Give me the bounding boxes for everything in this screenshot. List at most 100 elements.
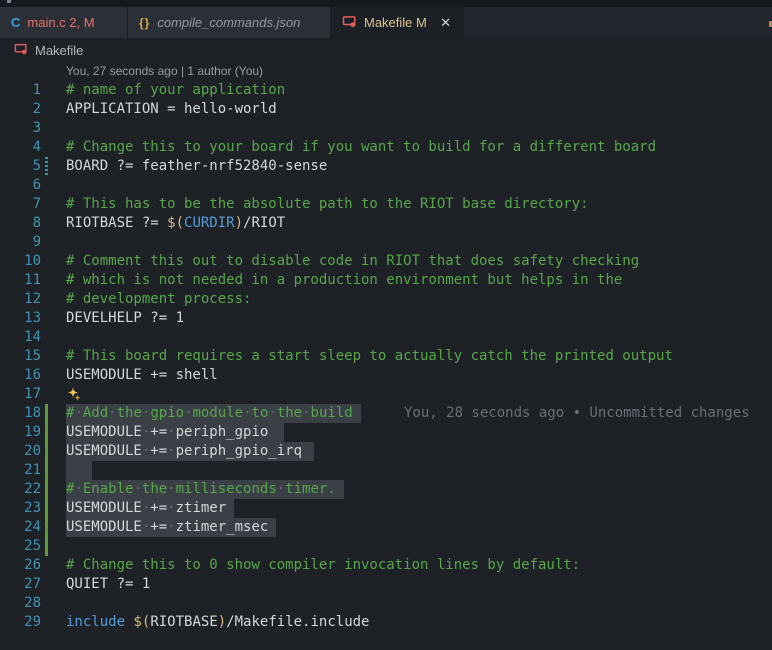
line-number[interactable]: 5 bbox=[0, 157, 41, 176]
git-added-gutter-bar bbox=[45, 442, 48, 461]
code-line-5[interactable]: 5 BOARD ?= feather-nrf52840-sense bbox=[0, 157, 772, 176]
line-number[interactable]: 13 bbox=[0, 309, 41, 328]
code-line-28[interactable]: 28 bbox=[0, 594, 772, 613]
code-line-7[interactable]: 7 # This has to be the absolute path to t… bbox=[0, 195, 772, 214]
line-number[interactable]: 8 bbox=[0, 214, 41, 233]
code-line-10[interactable]: 10 # Comment this out to disable code in … bbox=[0, 252, 772, 271]
makefile-icon bbox=[14, 42, 28, 59]
code-text: USEMODULE·+=·periph_gpio_irq bbox=[66, 442, 315, 461]
line-number[interactable]: 18 bbox=[0, 404, 41, 423]
line-number[interactable]: 6 bbox=[0, 176, 41, 195]
line-number[interactable]: 28 bbox=[0, 594, 41, 613]
code-line-13[interactable]: 13 DEVELHELP ?= 1 bbox=[0, 309, 772, 328]
code-line-6[interactable]: 6 bbox=[0, 176, 772, 195]
code-line-8[interactable]: 8 RIOTBASE ?= $(CURDIR)/RIOT bbox=[0, 214, 772, 233]
tab-makefile[interactable]: Makefile M ✕ bbox=[331, 7, 464, 38]
code-line-17[interactable]: 17 bbox=[0, 385, 772, 404]
code-text: USEMODULE·+=·periph_gpio bbox=[66, 423, 285, 442]
line-number[interactable]: 16 bbox=[0, 366, 41, 385]
code-text bbox=[66, 461, 92, 480]
line-number[interactable]: 23 bbox=[0, 499, 41, 518]
code-text: BOARD ?= feather-nrf52840-sense bbox=[66, 158, 328, 174]
code-line-16[interactable]: 16 USEMODULE += shell bbox=[0, 366, 772, 385]
code-text: # Change this to 0 show compiler invocat… bbox=[66, 557, 581, 573]
code-line-12[interactable]: 12 # development process: bbox=[0, 290, 772, 309]
code-text: RIOTBASE ?= $(CURDIR)/RIOT bbox=[66, 215, 286, 231]
code-text: # This has to be the absolute path to th… bbox=[66, 196, 589, 212]
line-number[interactable]: 24 bbox=[0, 518, 41, 537]
code-line-29[interactable]: 29 include $(RIOTBASE)/Makefile.include bbox=[0, 613, 772, 632]
line-number[interactable]: 27 bbox=[0, 575, 41, 594]
code-line-11[interactable]: 11 # which is not needed in a production … bbox=[0, 271, 772, 290]
breadcrumb[interactable]: Makefile bbox=[0, 38, 772, 62]
git-added-gutter-bar bbox=[45, 518, 48, 537]
code-text: QUIET ?= 1 bbox=[66, 576, 151, 592]
code-line-15[interactable]: 15 # This board requires a start sleep to… bbox=[0, 347, 772, 366]
line-number[interactable]: 29 bbox=[0, 613, 41, 632]
code-line-24[interactable]: 24 USEMODULE·+=·ztimer_msec bbox=[0, 518, 772, 537]
code-line-3[interactable]: 3 bbox=[0, 119, 772, 138]
code-line-14[interactable]: 14 bbox=[0, 328, 772, 347]
line-number[interactable]: 25 bbox=[0, 537, 41, 556]
line-number[interactable]: 17 bbox=[0, 385, 41, 404]
git-added-gutter-bar bbox=[45, 480, 48, 499]
git-modified-gutter-bar bbox=[45, 157, 48, 176]
tab-compile-commands-json[interactable]: {} compile_commands.json bbox=[128, 7, 331, 38]
code-line-9[interactable]: 9 bbox=[0, 233, 772, 252]
code-line-22[interactable]: 22 #·Enable·the·milliseconds·timer. bbox=[0, 480, 772, 499]
editor-header: C main.c 2, M {} compile_commands.json M… bbox=[0, 0, 772, 62]
code-line-21[interactable]: 21 bbox=[0, 461, 772, 480]
json-braces-icon: {} bbox=[139, 15, 151, 30]
line-number[interactable]: 3 bbox=[0, 119, 41, 138]
git-added-gutter-bar bbox=[45, 537, 48, 556]
code-line-20[interactable]: 20 USEMODULE·+=·periph_gpio_irq bbox=[0, 442, 772, 461]
line-number[interactable]: 22 bbox=[0, 480, 41, 499]
line-number[interactable]: 12 bbox=[0, 290, 41, 309]
code-text: # This board requires a start sleep to a… bbox=[66, 348, 673, 364]
line-number[interactable]: 14 bbox=[0, 328, 41, 347]
tab-strip-empty-area bbox=[464, 7, 772, 38]
line-number[interactable]: 20 bbox=[0, 442, 41, 461]
tab-main-c[interactable]: C main.c 2, M bbox=[0, 7, 128, 38]
line-number[interactable]: 1 bbox=[0, 81, 41, 100]
git-added-gutter-bar bbox=[45, 461, 48, 480]
line-number[interactable]: 2 bbox=[0, 100, 41, 119]
code-text: # Comment this out to disable code in RI… bbox=[66, 253, 640, 269]
line-number[interactable]: 7 bbox=[0, 195, 41, 214]
code-text: APPLICATION = hello-world bbox=[66, 101, 277, 117]
tab-label: main.c 2, M bbox=[27, 15, 95, 30]
code-text: # name of your application bbox=[66, 82, 286, 98]
line-number[interactable]: 10 bbox=[0, 252, 41, 271]
code-line-18[interactable]: 18 #·Add·the·gpio·module·to·the·build You,… bbox=[0, 404, 772, 423]
line-number[interactable]: 11 bbox=[0, 271, 41, 290]
line-number[interactable]: 9 bbox=[0, 233, 41, 252]
code-line-19[interactable]: 19 USEMODULE·+=·periph_gpio bbox=[0, 423, 772, 442]
code-line-4[interactable]: 4 # Change this to your board if you want… bbox=[0, 138, 772, 157]
code-line-26[interactable]: 26 # Change this to 0 show compiler invoc… bbox=[0, 556, 772, 575]
code-text: #·Add·the·gpio·module·to·the·build bbox=[66, 404, 361, 423]
code-line-1[interactable]: 1 # name of your application bbox=[0, 81, 772, 100]
code-text: DEVELHELP ?= 1 bbox=[66, 310, 185, 326]
code-text: USEMODULE += shell bbox=[66, 367, 218, 383]
codelens-blame-summary[interactable]: You, 27 seconds ago | 1 author (You) bbox=[0, 62, 772, 80]
makefile-icon bbox=[342, 14, 357, 32]
line-number[interactable]: 15 bbox=[0, 347, 41, 366]
line-number[interactable]: 4 bbox=[0, 138, 41, 157]
line-number[interactable]: 26 bbox=[0, 556, 41, 575]
tab-label: Makefile M bbox=[364, 15, 427, 30]
close-icon[interactable]: ✕ bbox=[438, 14, 453, 31]
code-text: USEMODULE·+=·ztimer_msec bbox=[66, 518, 277, 537]
line-number[interactable]: 19 bbox=[0, 423, 41, 442]
code-text: # development process: bbox=[66, 291, 252, 307]
code-line-27[interactable]: 27 QUIET ?= 1 bbox=[0, 575, 772, 594]
editor[interactable]: 1 # name of your application 2 APPLICATION … bbox=[0, 81, 772, 632]
code-line-2[interactable]: 2 APPLICATION = hello-world bbox=[0, 100, 772, 119]
code-lines: 1 # name of your application 2 APPLICATION … bbox=[0, 81, 772, 632]
line-number[interactable]: 21 bbox=[0, 461, 41, 480]
gitlens-blame-annotation: You, 28 seconds ago • Uncommitted change… bbox=[404, 405, 750, 421]
code-text: # which is not needed in a production en… bbox=[66, 272, 623, 288]
code-line-23[interactable]: 23 USEMODULE·+=·ztimer bbox=[0, 499, 772, 518]
tab-bar: C main.c 2, M {} compile_commands.json M… bbox=[0, 7, 772, 38]
tab-label: compile_commands.json bbox=[157, 15, 301, 30]
code-line-25[interactable]: 25 bbox=[0, 537, 772, 556]
